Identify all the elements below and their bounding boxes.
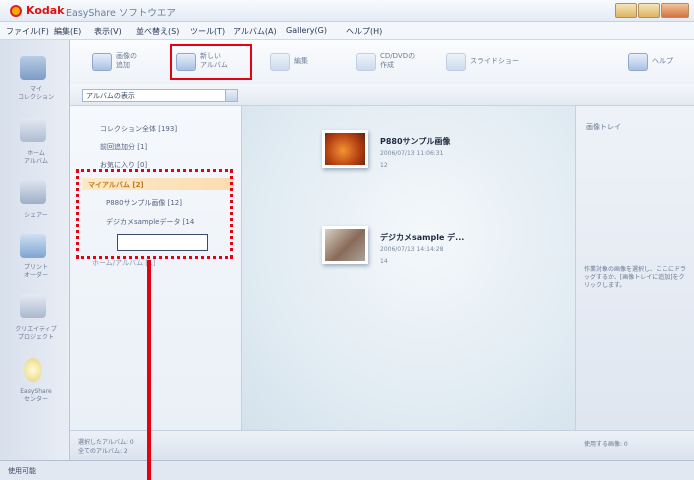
album-thumbnail[interactable] — [322, 130, 368, 168]
album-date: 2006/07/13 14:14:28 — [380, 246, 444, 253]
create-cd-label-1: CD/DVDの — [380, 52, 416, 60]
view-select-value: アルバムの表示 — [86, 92, 135, 100]
slideshow-icon — [446, 53, 466, 71]
home-album-label-2: アルバム — [24, 158, 48, 165]
menu-gallery[interactable]: Gallery(G) — [286, 26, 327, 35]
menu-help[interactable]: ヘルプ(H) — [346, 26, 382, 37]
menu-view[interactable]: 表示(V) — [94, 26, 122, 37]
menu-edit[interactable]: 編集(E) — [54, 26, 81, 37]
menu-file[interactable]: ファイル(F) — [6, 26, 49, 37]
create-cd-button[interactable]: CD/DVDの 作成 — [356, 50, 426, 76]
image-tray-hint: 作業対象の画像を選択し、ここにドラッグするか、[画像トレイに追加]をクリックしま… — [584, 266, 687, 289]
title-bar: Kodak EasyShare ソフトウエア — [0, 0, 694, 22]
help-label: ヘルプ — [652, 57, 673, 65]
brand-name: Kodak — [26, 4, 65, 17]
image-tray-title: 画像トレイ — [586, 123, 621, 131]
image-tray-panel: 画像トレイ 作業対象の画像を選択し、ここにドラッグするか、[画像トレイに追加]を… — [575, 106, 694, 430]
total-albums-count: 全てのアルバム: 2 — [78, 448, 128, 455]
easyshare-center-label-2: センター — [23, 396, 48, 403]
album-view: P880サンプル画像 2006/07/13 11:06:31 12 デジカメsa… — [242, 106, 575, 430]
minimize-button[interactable] — [615, 3, 637, 18]
edit-button[interactable]: 編集 — [270, 50, 320, 76]
menu-album[interactable]: アルバム(A) — [233, 26, 277, 37]
cd-icon — [356, 53, 376, 71]
album-date: 2006/07/13 11:06:31 — [380, 150, 444, 157]
easyshare-center-icon[interactable] — [24, 358, 42, 382]
creative-project-icon[interactable] — [20, 294, 46, 318]
left-nav-strip: マイ コレクション ホーム アルバム シェアー プリント オーダー クリエイティブ プロ… — [0, 40, 70, 460]
home-album-label-1: ホーム — [27, 150, 45, 157]
close-button[interactable] — [661, 3, 689, 18]
home-album-icon[interactable] — [20, 118, 46, 142]
menu-bar: ファイル(F) 編集(E) 表示(V) 並べ替え(S) ツール(T) アルバム(… — [0, 22, 694, 40]
app-window: Kodak EasyShare ソフトウエア ファイル(F) 編集(E) 表示(… — [0, 0, 694, 480]
edit-label: 編集 — [294, 57, 308, 65]
status-text: 使用可能 — [8, 467, 36, 475]
creative-project-label-1: クリエイティブ — [15, 326, 57, 333]
maximize-button[interactable] — [638, 3, 660, 18]
callout-arrow — [147, 260, 151, 480]
print-order-label-1: プリント — [23, 264, 48, 271]
selected-albums-count: 選択したアルバム: 0 — [78, 439, 134, 446]
add-images-label-2: 追加 — [116, 61, 130, 69]
status-bar: 使用可能 — [0, 460, 694, 480]
add-images-button[interactable]: 画像の 追加 — [92, 50, 162, 76]
tree-other[interactable]: ホーム/アルバム [1] — [92, 258, 155, 268]
print-order-label-2: オーダー — [23, 272, 48, 279]
my-collection-label-2: コレクション — [17, 94, 54, 101]
share-label: シェアー — [24, 212, 48, 219]
menu-tools[interactable]: ツール(T) — [190, 26, 225, 37]
easyshare-center-label-1: EasyShare — [20, 388, 52, 395]
kodak-logo-icon — [10, 5, 22, 17]
add-images-label-1: 画像の — [116, 52, 137, 60]
help-button[interactable]: ヘルプ — [628, 50, 688, 76]
slideshow-button[interactable]: スライドショー — [446, 50, 536, 76]
create-cd-label-2: 作成 — [380, 61, 394, 69]
my-collection-icon[interactable] — [20, 56, 46, 80]
menu-sort[interactable]: 並べ替え(S) — [136, 26, 179, 37]
tree-collection-all[interactable]: コレクション全体 [193] — [100, 124, 177, 134]
tray-image-count: 使用する画像: 0 — [584, 441, 628, 448]
view-select[interactable]: アルバムの表示 — [82, 89, 238, 102]
tree-recent[interactable]: 前回追加分 [1] — [100, 142, 147, 152]
highlight-my-albums — [76, 169, 233, 259]
print-order-icon[interactable] — [20, 234, 46, 258]
edit-icon — [270, 53, 290, 71]
slideshow-label: スライドショー — [470, 57, 519, 65]
add-images-icon — [92, 53, 112, 71]
window-title: EasyShare ソフトウエア — [66, 8, 176, 19]
album-thumbnail[interactable] — [322, 226, 368, 264]
highlight-new-album — [170, 44, 252, 80]
album-title[interactable]: デジカメsample デ... — [380, 232, 464, 243]
creative-project-label-2: プロジェクト — [17, 334, 54, 341]
album-count: 14 — [380, 258, 388, 265]
help-icon — [628, 53, 648, 71]
my-collection-label-1: マイ — [29, 86, 42, 93]
share-icon[interactable] — [20, 180, 46, 204]
album-tree-panel — [70, 106, 242, 430]
album-title[interactable]: P880サンプル画像 — [380, 136, 450, 147]
chevron-down-icon[interactable] — [225, 90, 237, 101]
bottom-summary-bar: 選択したアルバム: 0 全てのアルバム: 2 使用する画像: 0 — [70, 430, 694, 460]
album-count: 12 — [380, 162, 388, 169]
